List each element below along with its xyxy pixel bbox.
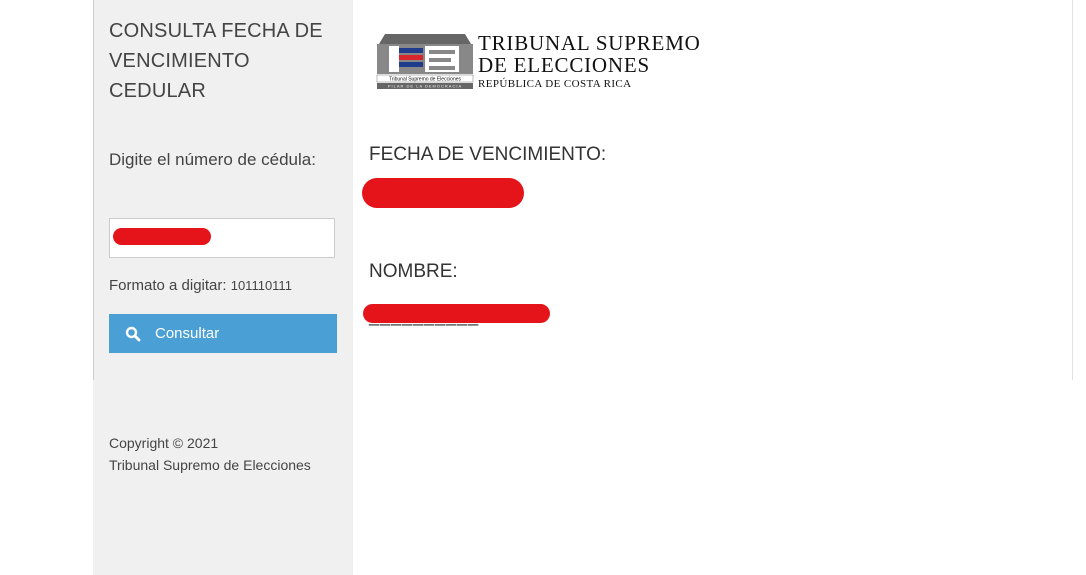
page-title: CONSULTA FECHA DE VENCIMIENTO CEDULAR (109, 20, 323, 102)
emblem-sub: PILAR DE LA DEMOCRACIA (388, 84, 462, 89)
copyright-owner: Tribunal Supremo de Elecciones (109, 457, 311, 473)
redaction-mark (362, 178, 524, 208)
consultar-button-label: Consultar (155, 325, 220, 342)
emblem-text: Tribunal Supremo de Elecciones (389, 77, 462, 83)
logo-line3: REPÚBLICA DE COSTA RICA (478, 78, 632, 90)
fecha-label: FECHA DE VENCIMIENTO: (369, 144, 607, 165)
logo-line2: DE ELECCIONES (478, 53, 650, 77)
search-icon (125, 326, 141, 342)
sidebar: CONSULTA FECHA DE VENCIMIENTO CEDULAR Di… (93, 0, 353, 575)
format-example: 101110111 (230, 278, 292, 293)
nombre-label: NOMBRE: (369, 261, 458, 282)
main-content: Tribunal Supremo de Elecciones PILAR DE … (353, 0, 1086, 575)
logo-text: TRIBUNAL SUPREMO DE ELECCIONES REPÚBLICA… (478, 32, 701, 91)
redaction-mark (363, 304, 550, 323)
format-label: Formato a digitar: (109, 277, 227, 294)
sidebar-edge (93, 0, 94, 380)
consultar-button[interactable]: Consultar (109, 314, 337, 353)
content-edge (1072, 0, 1073, 380)
tse-logo: Tribunal Supremo de Elecciones PILAR DE … (376, 34, 474, 89)
copyright: Copyright © 2021 Tribunal Supremo de Ele… (109, 432, 311, 476)
copyright-year: Copyright © 2021 (109, 435, 219, 451)
logo-line1: TRIBUNAL SUPREMO (478, 31, 701, 55)
redaction-mark (113, 228, 211, 245)
format-hint: Formato a digitar: 101110111 (109, 277, 292, 294)
cedula-prompt: Digite el número de cédula: (109, 150, 316, 169)
